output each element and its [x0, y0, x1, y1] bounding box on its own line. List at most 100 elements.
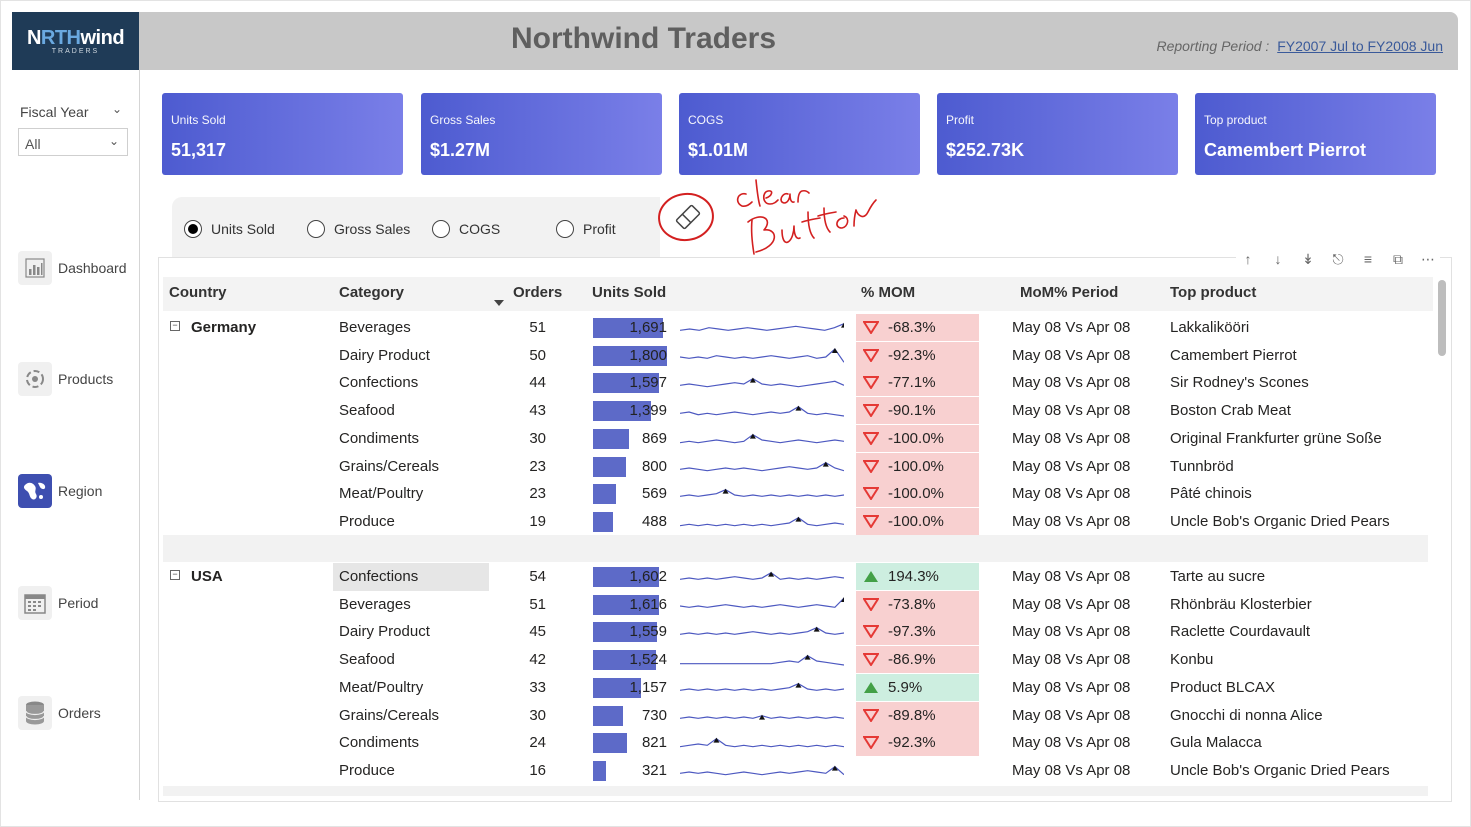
- kpi-card-gross-sales: Gross Sales $1.27M: [421, 93, 662, 175]
- radio-button[interactable]: [307, 220, 325, 238]
- category-cell: Seafood: [339, 651, 395, 669]
- table-row[interactable]: Confections 44 1,597 -77.1% May 08 Vs Apr 0…: [163, 369, 1433, 397]
- sparkline: [680, 405, 844, 417]
- expand-hierarchy-icon[interactable]: ⎋: [1326, 248, 1350, 270]
- top-product-cell: Original Frankfurter grüne Soße: [1170, 429, 1382, 447]
- mom-cell: -100.0%: [888, 457, 944, 475]
- column-header-category[interactable]: Category: [339, 284, 404, 301]
- focus-mode-icon[interactable]: ⧉: [1386, 248, 1410, 270]
- nav-orders[interactable]: Orders: [18, 693, 136, 733]
- mom-period-cell: May 08 Vs Apr 08: [1012, 485, 1131, 503]
- table-row[interactable]: Condiments 24 821 -92.3% May 08 Vs Apr 08 Gu…: [163, 729, 1433, 757]
- nav-period[interactable]: Period: [18, 583, 136, 623]
- radio-button[interactable]: [556, 220, 574, 238]
- horizontal-scrollbar-track[interactable]: [163, 786, 1428, 796]
- table-row[interactable]: Seafood 43 1,399 -90.1% May 08 Vs Apr 08 Bos…: [163, 397, 1433, 425]
- radio-gross-sales[interactable]: Gross Sales: [307, 220, 410, 238]
- clear-selection-button[interactable]: [656, 190, 720, 246]
- orders-cell: 16: [529, 761, 546, 779]
- top-product-cell: Gula Malacca: [1170, 734, 1262, 752]
- kpi-value: $1.01M: [688, 140, 749, 160]
- sparkline: [680, 765, 844, 776]
- up-triangle-icon: [864, 681, 878, 693]
- category-cell: Seafood: [339, 402, 395, 420]
- column-header-top-product[interactable]: Top product: [1170, 284, 1256, 301]
- more-options-icon[interactable]: ⋯: [1416, 248, 1440, 270]
- category-cell: Confections: [339, 374, 419, 392]
- sparkline: [680, 516, 844, 527]
- mom-period-cell: May 08 Vs Apr 08: [1012, 319, 1131, 336]
- radio-button[interactable]: [184, 220, 202, 238]
- mom-period-cell: May 08 Vs Apr 08: [1012, 568, 1131, 585]
- mom-cell: -92.3%: [888, 734, 936, 752]
- kpi-value: $252.73K: [946, 140, 1025, 160]
- table-row[interactable]: Dairy Product 50 1,800 -92.3% May 08 Vs Apr…: [163, 341, 1433, 370]
- table-row[interactable]: Produce 19 488 -100.0% May 08 Vs Apr 08 Uncl…: [163, 507, 1433, 536]
- mom-period-cell: May 08 Vs Apr 08: [1012, 429, 1131, 447]
- mom-period-cell: May 08 Vs Apr 08: [1012, 402, 1131, 420]
- column-header-mom-period[interactable]: MoM% Period: [1020, 284, 1118, 301]
- top-product-cell: Tarte au sucre: [1170, 568, 1266, 585]
- table-row[interactable]: − USA Confections 54 1,602 194.3% May 08 Vs A…: [163, 563, 1433, 591]
- column-header-units-sold[interactable]: Units Sold: [592, 284, 666, 301]
- nav-region[interactable]: Region: [18, 471, 136, 511]
- reporting-period: Reporting Period : FY2007 Jul to FY2008 …: [1156, 38, 1443, 54]
- table-row[interactable]: − Germany Beverages 51 1,691 -68.3% May 08 Vs…: [163, 314, 1433, 342]
- sparkline: [680, 596, 844, 608]
- top-product-cell: Boston Crab Meat: [1170, 402, 1291, 420]
- category-cell: Meat/Poultry: [339, 678, 424, 696]
- orders-cell: 51: [529, 319, 546, 336]
- mom-cell: 5.9%: [888, 678, 923, 696]
- double-arrow-down-icon[interactable]: ↡: [1296, 248, 1320, 270]
- table-row[interactable]: Beverages 51 1,616 -73.8% May 08 Vs Apr 08 R…: [163, 590, 1433, 619]
- column-header-orders[interactable]: Orders: [513, 284, 562, 301]
- table-row[interactable]: Grains/Cereals 30 730 -89.8% May 08 Vs Apr …: [163, 701, 1433, 730]
- table-row[interactable]: Meat/Poultry 23 569 -100.0% May 08 Vs Apr 0…: [163, 480, 1433, 508]
- table-row[interactable]: Seafood 42 1,524 -86.9% May 08 Vs Apr 08 Kon…: [163, 646, 1433, 674]
- table-row[interactable]: Meat/Poultry 33 1,157 5.9% May 08 Vs Apr 08…: [163, 673, 1433, 702]
- chevron-down-icon[interactable]: ⌄: [112, 102, 122, 116]
- fiscal-year-dropdown[interactable]: All ⌄: [18, 128, 128, 156]
- filter-icon[interactable]: ≡: [1356, 248, 1380, 270]
- arrow-up-icon[interactable]: ↑: [1236, 248, 1260, 270]
- units-sold-cell: 821: [641, 734, 667, 752]
- category-cell: Confections: [339, 568, 419, 585]
- category-cell: Produce: [339, 512, 395, 530]
- top-product-cell: Product BLCAX: [1170, 678, 1276, 696]
- orders-cell: 23: [529, 457, 546, 475]
- column-header-country[interactable]: Country: [169, 284, 227, 301]
- arrow-down-icon[interactable]: ↓: [1266, 248, 1290, 270]
- radio-button[interactable]: [432, 220, 450, 238]
- collapse-toggle[interactable]: −: [170, 321, 180, 331]
- nav-products[interactable]: Products: [18, 359, 136, 399]
- radio-label: Units Sold: [211, 221, 275, 237]
- category-cell: Dairy Product: [339, 346, 430, 364]
- units-sold-cell: 1,157: [629, 678, 667, 696]
- orders-cell: 45: [529, 623, 546, 641]
- units-sold-cell: 488: [641, 512, 667, 530]
- table-row[interactable]: Produce 16 321 May 08 Vs Apr 08 Uncle Bob's…: [163, 757, 1433, 785]
- nav-dashboard[interactable]: Dashboard: [18, 248, 136, 288]
- radio-cogs[interactable]: COGS: [432, 220, 500, 238]
- vertical-scrollbar[interactable]: [1438, 280, 1446, 356]
- down-triangle-icon: [863, 708, 879, 722]
- fiscal-year-label: Fiscal Year: [20, 104, 89, 120]
- table-row[interactable]: Grains/Cereals 23 800 -100.0% May 08 Vs Apr…: [163, 452, 1433, 481]
- radio-units-sold[interactable]: Units Sold: [184, 220, 275, 238]
- units-sold-cell: 730: [641, 706, 667, 724]
- sparkline: [680, 654, 844, 666]
- category-cell: Beverages: [339, 595, 411, 613]
- mom-period-cell: May 08 Vs Apr 08: [1012, 651, 1131, 669]
- units-sold-cell: 569: [641, 485, 667, 503]
- table-row[interactable]: Dairy Product 45 1,559 -97.3% May 08 Vs Apr…: [163, 618, 1433, 646]
- sort-descending-icon: [494, 300, 504, 306]
- table-row[interactable]: Condiments 30 869 -100.0% May 08 Vs Apr 08 O…: [163, 424, 1433, 453]
- mom-cell: -100.0%: [888, 485, 944, 503]
- reporting-period-link[interactable]: FY2007 Jul to FY2008 Jun: [1277, 38, 1443, 54]
- collapse-toggle[interactable]: −: [170, 570, 180, 580]
- orders-cell: 51: [529, 595, 546, 613]
- category-cell: Condiments: [339, 429, 420, 447]
- radio-profit[interactable]: Profit: [556, 220, 616, 238]
- column-header-mom[interactable]: % MOM: [861, 284, 915, 301]
- sparkline: [680, 461, 844, 471]
